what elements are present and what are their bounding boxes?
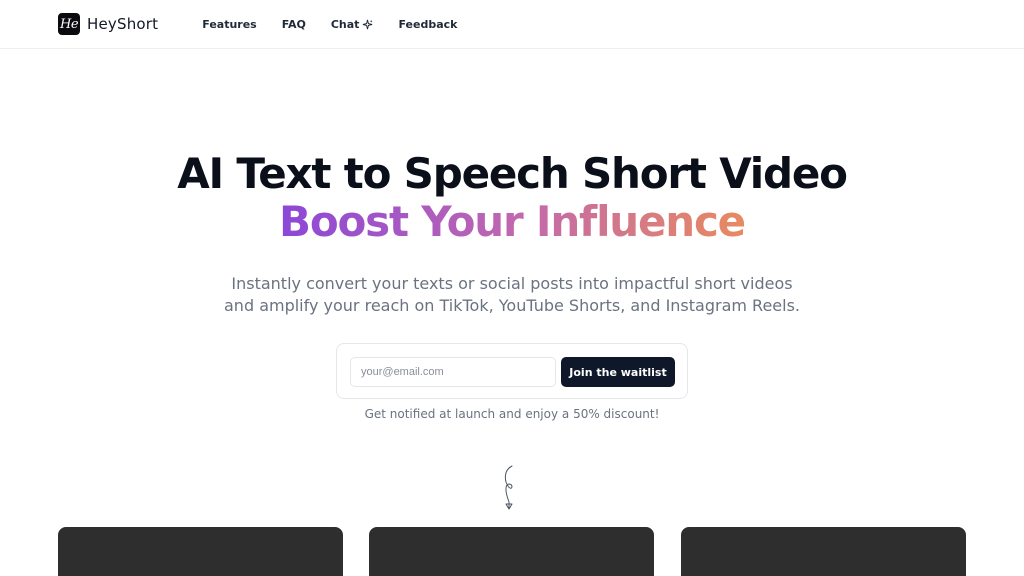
- video-preview-card-1[interactable]: [58, 527, 343, 576]
- nav-link-faq[interactable]: FAQ: [282, 18, 306, 31]
- hero-title: AI Text to Speech Short Video: [177, 149, 848, 198]
- launch-discount-notice: Get notified at launch and enjoy a 50% d…: [364, 407, 660, 421]
- nav-link-features[interactable]: Features: [202, 18, 256, 31]
- brand-logo-icon: He: [58, 13, 80, 35]
- nav-link-chat-label: Chat: [330, 17, 360, 31]
- nav-link-feedback[interactable]: Feedback: [398, 18, 457, 31]
- hero-description-line-1: Instantly convert your texts or social p…: [231, 274, 793, 293]
- curly-down-arrow-icon: [504, 465, 513, 510]
- hero-description: Instantly convert your texts or social p…: [0, 273, 1024, 317]
- waitlist-form: Join the waitlist: [336, 343, 688, 399]
- brand-logo-link[interactable]: He HeyShort: [58, 13, 158, 35]
- top-navbar: He HeyShort Features FAQ Chat Feedback: [0, 0, 1024, 49]
- email-input[interactable]: [350, 357, 556, 387]
- hero-subtitle-gradient-text: Boost Your Influence: [279, 197, 746, 246]
- hero-subtitle: Boost Your Influence: [0, 196, 1024, 248]
- nav-link-chat[interactable]: Chat: [331, 18, 374, 31]
- join-waitlist-button[interactable]: Join the waitlist: [561, 357, 675, 387]
- sparkle-icon: [363, 19, 373, 29]
- video-preview-card-2[interactable]: [369, 527, 654, 576]
- video-preview-card-3[interactable]: [681, 527, 966, 576]
- main-nav: Features FAQ Chat Feedback: [202, 18, 482, 31]
- hero-description-line-2: and amplify your reach on TikTok, YouTub…: [224, 296, 800, 315]
- brand-name: HeyShort: [87, 15, 159, 33]
